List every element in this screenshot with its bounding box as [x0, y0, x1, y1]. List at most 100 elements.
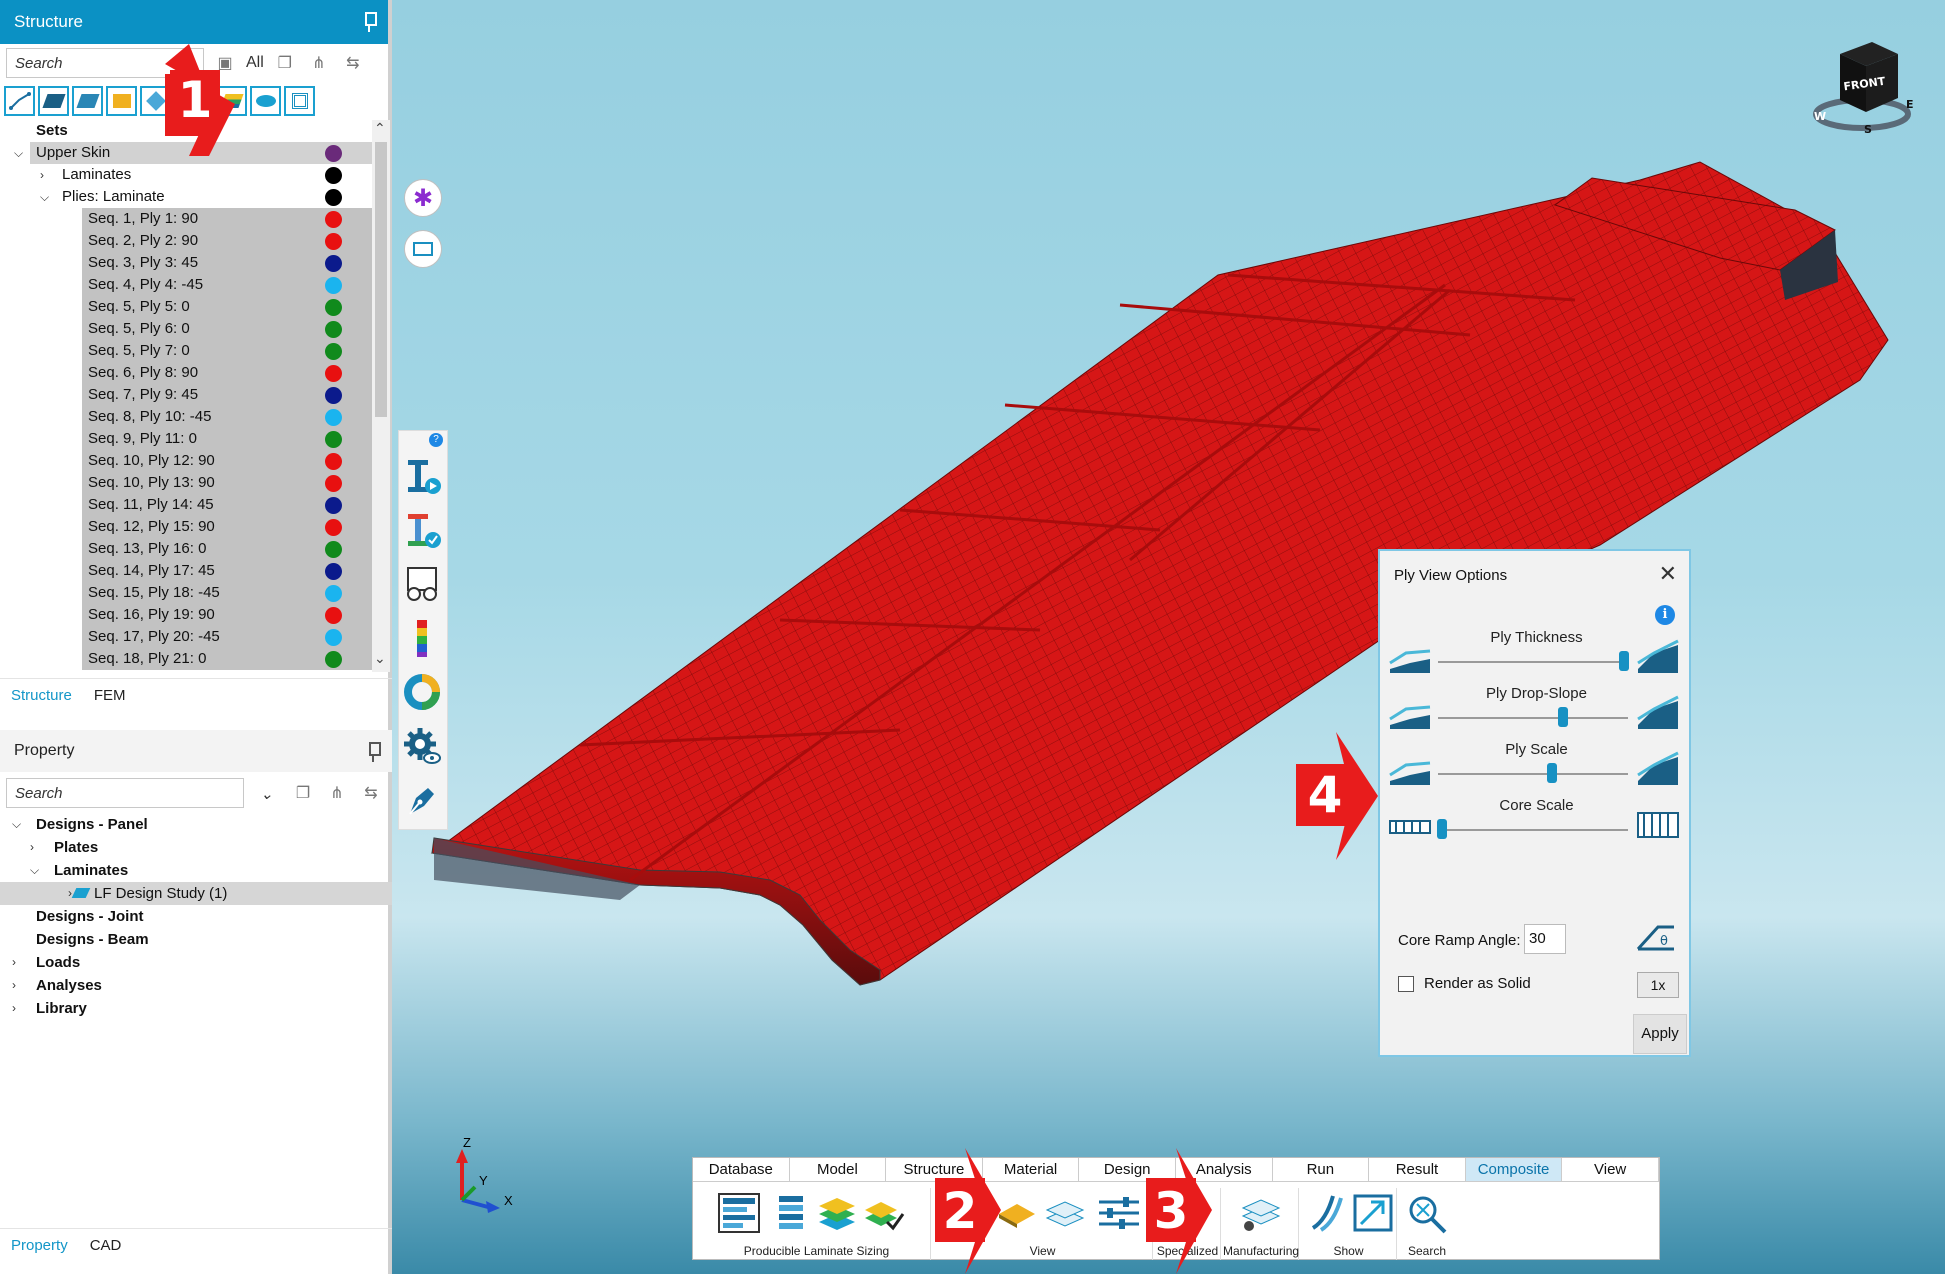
ply-layers-icon[interactable]	[815, 1192, 859, 1234]
slider-knob[interactable]	[1436, 819, 1447, 839]
filter-fastener-button[interactable]	[250, 86, 281, 116]
tree-row[interactable]: Seq. 7, Ply 9: 45	[82, 384, 372, 406]
color-swatch[interactable]	[325, 497, 342, 514]
tree-row[interactable]: Seq. 12, Ply 15: 90	[82, 516, 372, 538]
window-frame-button[interactable]	[404, 230, 442, 268]
laminate-table-icon[interactable]	[717, 1192, 761, 1234]
ribbon-tab-composite[interactable]: Composite	[1465, 1158, 1563, 1181]
tree-row[interactable]: Seq. 2, Ply 2: 90	[82, 230, 372, 252]
tree-row[interactable]: Seq. 13, Ply 16: 0	[82, 538, 372, 560]
slider-track[interactable]	[1438, 661, 1628, 663]
render-as-solid-checkbox[interactable]	[1398, 975, 1414, 992]
donut-chart-button[interactable]	[399, 667, 445, 717]
color-swatch[interactable]	[325, 255, 342, 272]
ply-scale-large-icon[interactable]	[1636, 751, 1680, 787]
slider-track[interactable]	[1438, 829, 1628, 831]
color-swatch[interactable]	[325, 299, 342, 316]
property-tree-row[interactable]: › Library	[0, 997, 392, 1020]
tree-row[interactable]: Seq. 14, Ply 17: 45	[82, 560, 372, 582]
ribbon-tab-model[interactable]: Model	[790, 1158, 887, 1181]
tree-row[interactable]: Seq. 5, Ply 5: 0	[82, 296, 372, 318]
drop-slope-steep-icon[interactable]	[1636, 695, 1680, 731]
tree-row[interactable]: Seq. 17, Ply 20: -45	[82, 626, 372, 648]
color-swatch[interactable]	[325, 475, 342, 492]
slider-knob[interactable]	[1558, 707, 1569, 727]
tree-row[interactable]: Seq. 11, Ply 14: 45	[82, 494, 372, 516]
beam-play-button[interactable]	[399, 451, 445, 501]
close-icon[interactable]: ✕	[1659, 561, 1677, 587]
show-export-icon[interactable]	[1351, 1192, 1395, 1234]
ribbon-tab-result[interactable]: Result	[1369, 1158, 1466, 1181]
ply-thick-icon[interactable]	[1636, 639, 1680, 675]
hierarchy-icon[interactable]: ⋔	[306, 53, 332, 73]
color-swatch[interactable]	[325, 563, 342, 580]
hierarchy-icon[interactable]: ⋔	[324, 783, 350, 803]
ribbon-tab-database[interactable]: Database	[693, 1158, 790, 1181]
chevron-right-icon[interactable]: ›	[12, 951, 16, 974]
property-tree-row[interactable]: Designs - Joint	[0, 905, 392, 928]
asterisk-button[interactable]: ✱	[404, 179, 442, 217]
tab-structure[interactable]: Structure	[0, 679, 83, 712]
chevron-down-icon[interactable]: ⌵	[40, 186, 49, 208]
tree-row[interactable]: Seq. 10, Ply 12: 90	[82, 450, 372, 472]
tree-row[interactable]: Seq. 10, Ply 13: 90	[82, 472, 372, 494]
tree-row[interactable]: Seq. 1, Ply 1: 90	[82, 208, 372, 230]
slider-knob[interactable]	[1619, 651, 1630, 671]
color-swatch[interactable]	[325, 431, 342, 448]
color-swatch[interactable]	[325, 365, 342, 382]
ply-view-options-icon[interactable]	[1097, 1192, 1141, 1234]
drop-slope-shallow-icon[interactable]	[1388, 695, 1432, 731]
color-swatch[interactable]	[325, 585, 342, 602]
scale-1x-button[interactable]: 1x	[1637, 972, 1679, 998]
tab-fem[interactable]: FEM	[83, 679, 137, 712]
color-swatch[interactable]	[325, 651, 342, 668]
view-glasses-button[interactable]	[399, 559, 445, 609]
tree-row[interactable]: Seq. 5, Ply 7: 0	[82, 340, 372, 362]
ribbon-tab-view[interactable]: View	[1562, 1158, 1659, 1181]
chevron-right-icon[interactable]: ›	[40, 164, 44, 186]
property-tree-row[interactable]: › Loads	[0, 951, 392, 974]
help-icon[interactable]: ?	[429, 433, 443, 447]
search-icon[interactable]	[1405, 1192, 1449, 1234]
info-icon[interactable]: i	[1655, 605, 1675, 625]
ply-stack-bars-icon[interactable]	[769, 1192, 813, 1234]
show-curves-icon[interactable]	[1307, 1192, 1351, 1234]
pin-icon[interactable]	[362, 10, 377, 32]
tree-row[interactable]: Seq. 6, Ply 8: 90	[82, 362, 372, 384]
color-swatch[interactable]	[325, 321, 342, 338]
manufacturing-icon[interactable]	[1239, 1192, 1283, 1234]
swap-icon[interactable]: ⇆	[340, 53, 366, 73]
property-tree-row[interactable]: › LF Design Study (1)	[0, 882, 392, 905]
slider-track[interactable]	[1438, 717, 1628, 719]
filter-solid-button[interactable]	[38, 86, 69, 116]
scroll-thumb[interactable]	[375, 142, 387, 417]
tree-row[interactable]: Seq. 8, Ply 10: -45	[82, 406, 372, 428]
tree-row[interactable]: Seq. 15, Ply 18: -45	[82, 582, 372, 604]
ply-scale-small-icon[interactable]	[1388, 751, 1432, 787]
tree-row[interactable]: Seq. 18, Ply 21: 0	[82, 648, 372, 670]
tree-row[interactable]: Seq. 9, Ply 11: 0	[82, 428, 372, 450]
chevron-right-icon[interactable]: ›	[68, 882, 72, 905]
view-cube[interactable]: FRONT W S E	[1810, 34, 1920, 134]
swap-icon[interactable]: ⇆	[358, 783, 384, 803]
property-tree-row[interactable]: › Plates	[0, 836, 392, 859]
slider-track[interactable]	[1438, 773, 1628, 775]
chevron-down-icon[interactable]: ⌵	[14, 142, 23, 164]
color-swatch[interactable]	[325, 387, 342, 404]
color-legend-button[interactable]	[399, 613, 445, 663]
pen-tool-button[interactable]	[399, 775, 445, 825]
property-search-input[interactable]: Search ⌄	[6, 778, 273, 808]
render-as-solid-row[interactable]: Render as Solid	[1398, 975, 1531, 992]
filter-joint-button[interactable]	[106, 86, 137, 116]
ribbon-tab-run[interactable]: Run	[1273, 1158, 1370, 1181]
tree-row[interactable]: › Laminates	[0, 164, 372, 186]
property-tree-row[interactable]: Designs - Beam	[0, 928, 392, 951]
core-ramp-angle-input[interactable]: 30	[1524, 924, 1566, 954]
filter-beam-button[interactable]	[4, 86, 35, 116]
beam-check-button[interactable]	[399, 505, 445, 555]
ply-check-icon[interactable]	[861, 1192, 905, 1234]
slider-knob[interactable]	[1547, 763, 1557, 783]
chevron-right-icon[interactable]: ›	[30, 836, 34, 859]
core-scale-large-icon[interactable]	[1636, 807, 1680, 843]
scroll-up-icon[interactable]: ⌃	[374, 120, 386, 137]
